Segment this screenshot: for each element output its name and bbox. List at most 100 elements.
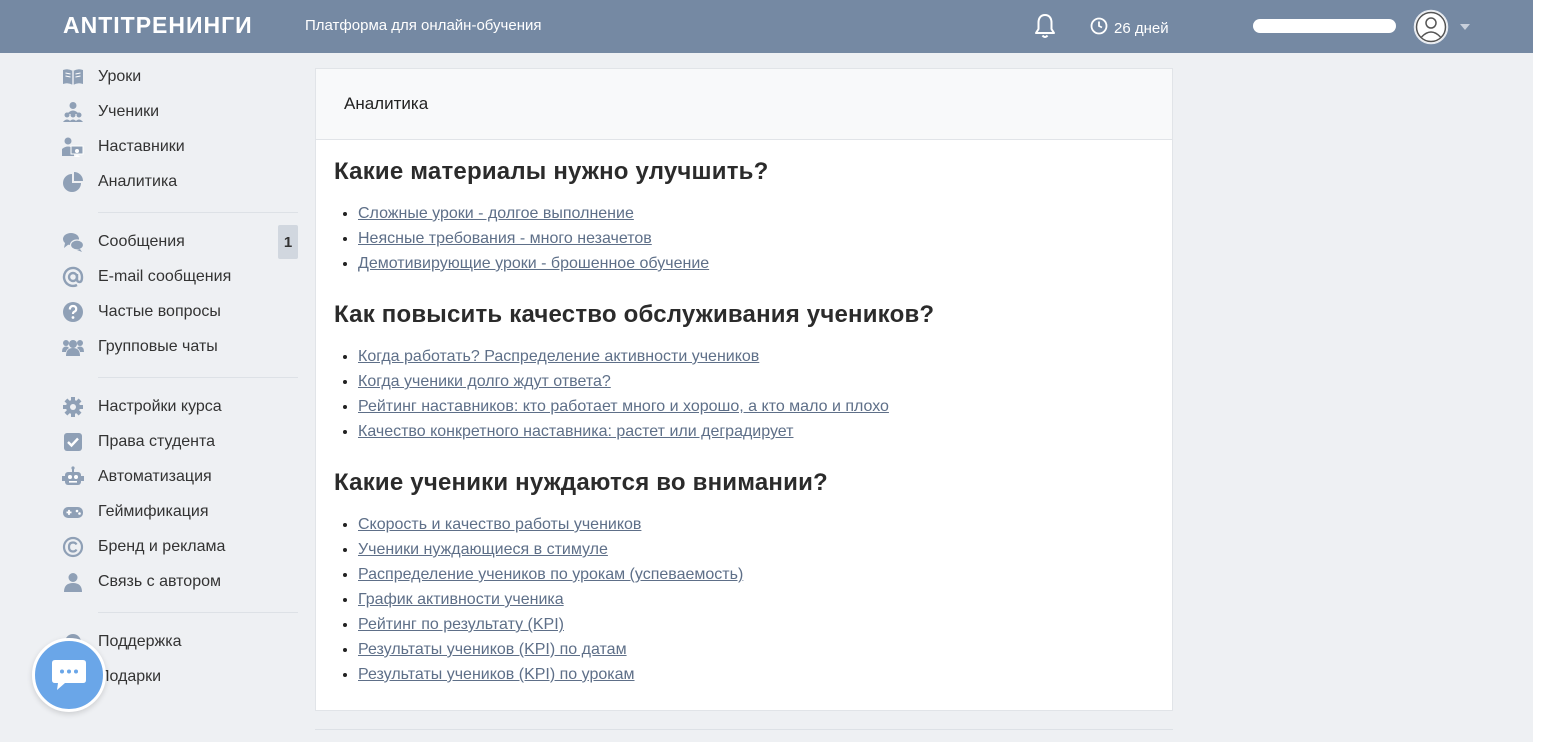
list-item: График активности ученика: [358, 587, 828, 612]
tagline: Платформа для онлайн-обучения: [305, 17, 542, 34]
link-list: Когда работать? Распределение активности…: [334, 344, 934, 444]
link-list: Скорость и качество работы учеников Учен…: [334, 512, 828, 687]
sidebar-item-label: Наставники: [98, 138, 185, 155]
students-icon: [61, 100, 85, 124]
sidebar-item-mentors[interactable]: Наставники: [60, 132, 300, 162]
report-link[interactable]: Когда ученики долго ждут ответа?: [358, 373, 611, 390]
list-item: Ученики нуждающиеся в стимуле: [358, 537, 828, 562]
sidebar-item-group-chats[interactable]: Групповые чаты: [60, 332, 300, 362]
sidebar-item-faq[interactable]: Частые вопросы: [60, 297, 300, 327]
top-bar: ANTITРЕНИНГИ Платформа для онлайн-обучен…: [0, 0, 1533, 53]
report-link[interactable]: Распределение учеников по урокам (успева…: [358, 566, 743, 583]
chevron-down-icon[interactable]: [1460, 24, 1470, 30]
report-link[interactable]: Качество конкретного наставника: растет …: [358, 423, 793, 440]
sidebar-item-contact-author[interactable]: Связь с автором: [60, 567, 300, 597]
gamepad-icon: [61, 500, 85, 524]
list-item: Результаты учеников (KPI) по урокам: [358, 662, 828, 687]
report-link[interactable]: Рейтинг по результату (KPI): [358, 616, 564, 633]
at-icon: [61, 265, 85, 289]
sidebar-item-label: E-mail сообщения: [98, 268, 232, 285]
footer-divider: [315, 729, 1173, 730]
book-icon: [61, 65, 85, 89]
section-attention-students: Какие ученики нуждаются во внимании? Ско…: [334, 469, 828, 687]
sidebar-item-lessons[interactable]: Уроки: [60, 62, 300, 92]
days-label: 26 дней: [1114, 19, 1169, 37]
gear-icon: [61, 395, 85, 419]
copyright-icon: [61, 535, 85, 559]
sidebar-item-messages[interactable]: Сообщения 1: [60, 225, 300, 259]
report-link[interactable]: Рейтинг наставников: кто работает много …: [358, 398, 889, 415]
chat-widget-button[interactable]: [32, 638, 106, 712]
chat-bubble-icon: [52, 660, 86, 690]
section-service-quality: Как повысить качество обслуживания учени…: [334, 301, 934, 444]
list-item: Когда ученики долго ждут ответа?: [358, 369, 934, 394]
sidebar-divider: [98, 612, 298, 613]
sidebar-item-label: Групповые чаты: [98, 338, 218, 355]
list-item: Распределение учеников по урокам (успева…: [358, 562, 828, 587]
sidebar-item-students[interactable]: Ученики: [60, 97, 300, 127]
user-name-redacted: [1253, 19, 1396, 33]
list-item: Качество конкретного наставника: растет …: [358, 419, 934, 444]
sidebar-item-brand[interactable]: Бренд и реклама: [60, 532, 300, 562]
report-link[interactable]: Когда работать? Распределение активности…: [358, 348, 759, 365]
sidebar-item-label: Автоматизация: [98, 468, 212, 485]
sidebar-item-label: Подарки: [98, 668, 162, 685]
report-link[interactable]: Ученики нуждающиеся в стимуле: [358, 541, 608, 558]
sidebar-item-student-rights[interactable]: Права студента: [60, 427, 300, 457]
list-item: Результаты учеников (KPI) по датам: [358, 637, 828, 662]
sidebar-item-course-settings[interactable]: Настройки курса: [60, 392, 300, 422]
mentors-icon: [61, 135, 85, 159]
report-link[interactable]: Демотивирующие уроки - брошенное обучени…: [358, 255, 709, 272]
report-link[interactable]: Сложные уроки - долгое выполнение: [358, 205, 634, 222]
bell-icon[interactable]: [1033, 12, 1057, 40]
sidebar-item-label: Ученики: [98, 103, 160, 120]
sidebar-divider: [98, 212, 298, 213]
unread-badge: 1: [278, 225, 298, 259]
list-item: Неясные требования - много незачетов: [358, 226, 768, 251]
sidebar-item-email[interactable]: E-mail сообщения: [60, 262, 300, 292]
sidebar-item-label: Права студента: [98, 433, 216, 450]
list-item: Рейтинг по результату (KPI): [358, 612, 828, 637]
sidebar-item-automation[interactable]: Автоматизация: [60, 462, 300, 492]
sidebar-item-gamification[interactable]: Геймификация: [60, 497, 300, 527]
sidebar-item-label: Уроки: [98, 68, 142, 85]
logo[interactable]: ANTITРЕНИНГИ: [63, 12, 253, 39]
section-heading: Как повысить качество обслуживания учени…: [334, 301, 935, 328]
sidebar-item-label: Поддержка: [98, 633, 182, 650]
sidebar-item-label: Бренд и реклама: [98, 538, 226, 555]
section-heading: Какие материалы нужно улучшить?: [334, 158, 769, 185]
panel-header: Аналитика: [316, 69, 1172, 140]
section-materials: Какие материалы нужно улучшить? Сложные …: [334, 158, 768, 276]
link-list: Сложные уроки - долгое выполнение Неясны…: [334, 201, 768, 276]
report-link[interactable]: Результаты учеников (KPI) по урокам: [358, 666, 635, 683]
sidebar-item-analytics[interactable]: Аналитика: [60, 167, 300, 197]
clock-icon: [1090, 17, 1108, 39]
sidebar-divider: [98, 377, 298, 378]
pie-chart-icon: [61, 170, 85, 194]
list-item: Демотивирующие уроки - брошенное обучени…: [358, 251, 768, 276]
robot-icon: [61, 465, 85, 489]
user-icon: [61, 570, 85, 594]
list-item: Рейтинг наставников: кто работает много …: [358, 394, 934, 419]
question-icon: [61, 300, 85, 324]
list-item: Сложные уроки - долгое выполнение: [358, 201, 768, 226]
sidebar-item-label: Сообщения: [98, 233, 185, 250]
chat-icon: [61, 230, 85, 254]
sidebar-item-label: Геймификация: [98, 503, 209, 520]
avatar-icon[interactable]: [1413, 9, 1449, 45]
sidebar-item-label: Частые вопросы: [98, 303, 221, 320]
report-link[interactable]: Результаты учеников (KPI) по датам: [358, 641, 627, 658]
group-icon: [61, 335, 85, 359]
report-link[interactable]: График активности ученика: [358, 591, 564, 608]
sidebar-item-label: Настройки курса: [98, 398, 222, 415]
list-item: Когда работать? Распределение активности…: [358, 344, 934, 369]
panel-title: Аналитика: [344, 94, 429, 113]
sidebar-item-label: Аналитика: [98, 173, 178, 190]
section-heading: Какие ученики нуждаются во внимании?: [334, 469, 828, 496]
subscription-days[interactable]: 26 дней: [1090, 17, 1169, 39]
list-item: Скорость и качество работы учеников: [358, 512, 828, 537]
report-link[interactable]: Неясные требования - много незачетов: [358, 230, 652, 247]
sidebar-item-label: Связь с автором: [98, 573, 221, 590]
report-link[interactable]: Скорость и качество работы учеников: [358, 516, 641, 533]
checkbox-icon: [61, 430, 85, 454]
